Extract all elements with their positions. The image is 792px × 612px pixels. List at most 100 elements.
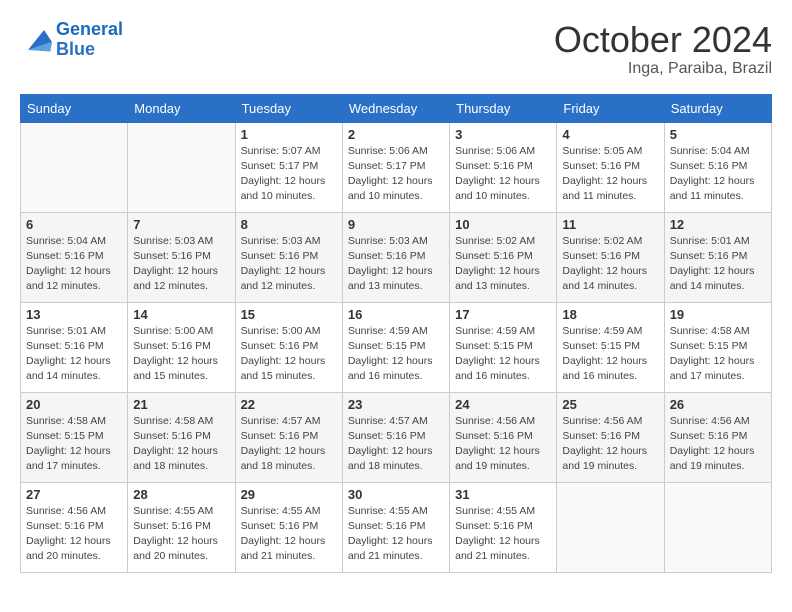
calendar-cell: 21Sunrise: 4:58 AMSunset: 5:16 PMDayligh…: [128, 392, 235, 482]
calendar-week-row: 6Sunrise: 5:04 AMSunset: 5:16 PMDaylight…: [21, 212, 772, 302]
day-info: Sunrise: 5:03 AMSunset: 5:16 PMDaylight:…: [348, 234, 444, 295]
weekday-header-wednesday: Wednesday: [342, 94, 449, 122]
day-info: Sunrise: 5:05 AMSunset: 5:16 PMDaylight:…: [562, 144, 658, 205]
day-info: Sunrise: 4:58 AMSunset: 5:15 PMDaylight:…: [26, 414, 122, 475]
weekday-header-thursday: Thursday: [450, 94, 557, 122]
calendar-week-row: 1Sunrise: 5:07 AMSunset: 5:17 PMDaylight…: [21, 122, 772, 212]
calendar-cell: 27 Sunrise: 4:56 AMSunset: 5:16 PMDayligh…: [21, 482, 128, 572]
calendar-cell: 28 Sunrise: 4:55 AMSunset: 5:16 PMDayligh…: [128, 482, 235, 572]
day-info: Sunrise: 4:56 AMSunset: 5:16 PMDaylight:…: [26, 504, 122, 565]
day-number: 30: [348, 487, 444, 502]
day-info: Sunrise: 4:55 AMSunset: 5:16 PMDaylight:…: [348, 504, 444, 565]
day-number: 7: [133, 217, 229, 232]
calendar-cell: [128, 122, 235, 212]
calendar-cell: 9 Sunrise: 5:03 AMSunset: 5:16 PMDaylight…: [342, 212, 449, 302]
logo-icon: [20, 26, 52, 54]
day-info: Sunrise: 5:02 AMSunset: 5:16 PMDaylight:…: [455, 234, 551, 295]
day-info: Sunrise: 5:06 AMSunset: 5:16 PMDaylight:…: [455, 144, 551, 205]
calendar-cell: 8 Sunrise: 5:03 AMSunset: 5:16 PMDaylight…: [235, 212, 342, 302]
day-info: Sunrise: 4:57 AMSunset: 5:16 PMDaylight:…: [241, 414, 337, 475]
calendar-week-row: 27 Sunrise: 4:56 AMSunset: 5:16 PMDayligh…: [21, 482, 772, 572]
day-info: Sunrise: 5:04 AMSunset: 5:16 PMDaylight:…: [670, 144, 766, 205]
weekday-header-sunday: Sunday: [21, 94, 128, 122]
calendar-cell: 30 Sunrise: 4:55 AMSunset: 5:16 PMDayligh…: [342, 482, 449, 572]
calendar-cell: [21, 122, 128, 212]
location: Inga, Paraiba, Brazil: [554, 60, 772, 78]
calendar-cell: 4 Sunrise: 5:05 AMSunset: 5:16 PMDaylight…: [557, 122, 664, 212]
day-number: 18: [562, 307, 658, 322]
day-number: 12: [670, 217, 766, 232]
day-info: Sunrise: 5:04 AMSunset: 5:16 PMDaylight:…: [26, 234, 122, 295]
calendar-cell: 6Sunrise: 5:04 AMSunset: 5:16 PMDaylight…: [21, 212, 128, 302]
day-info: Sunrise: 5:06 AMSunset: 5:17 PMDaylight:…: [348, 144, 444, 205]
calendar-cell: 17 Sunrise: 4:59 AMSunset: 5:15 PMDayligh…: [450, 302, 557, 392]
day-number: 2: [348, 127, 444, 142]
day-info: Sunrise: 5:03 AMSunset: 5:16 PMDaylight:…: [241, 234, 337, 295]
calendar-cell: 23Sunrise: 4:57 AMSunset: 5:16 PMDayligh…: [342, 392, 449, 482]
day-number: 22: [241, 397, 337, 412]
calendar-cell: 19Sunrise: 4:58 AMSunset: 5:15 PMDayligh…: [664, 302, 771, 392]
calendar-cell: 12 Sunrise: 5:01 AMSunset: 5:16 PMDayligh…: [664, 212, 771, 302]
calendar-body: 1Sunrise: 5:07 AMSunset: 5:17 PMDaylight…: [21, 122, 772, 572]
calendar-cell: 11 Sunrise: 5:02 AMSunset: 5:16 PMDayligh…: [557, 212, 664, 302]
day-info: Sunrise: 4:56 AMSunset: 5:16 PMDaylight:…: [670, 414, 766, 475]
page-header: General Blue October 2024 Inga, Paraiba,…: [20, 20, 772, 78]
day-info: Sunrise: 4:58 AMSunset: 5:16 PMDaylight:…: [133, 414, 229, 475]
calendar-cell: 26 Sunrise: 4:56 AMSunset: 5:16 PMDayligh…: [664, 392, 771, 482]
weekday-header-monday: Monday: [128, 94, 235, 122]
day-info: Sunrise: 4:56 AMSunset: 5:16 PMDaylight:…: [455, 414, 551, 475]
calendar-header: SundayMondayTuesdayWednesdayThursdayFrid…: [21, 94, 772, 122]
day-number: 4: [562, 127, 658, 142]
day-number: 31: [455, 487, 551, 502]
day-info: Sunrise: 4:59 AMSunset: 5:15 PMDaylight:…: [562, 324, 658, 385]
day-number: 24: [455, 397, 551, 412]
day-number: 19: [670, 307, 766, 322]
day-info: Sunrise: 4:56 AMSunset: 5:16 PMDaylight:…: [562, 414, 658, 475]
day-number: 29: [241, 487, 337, 502]
calendar-cell: 3 Sunrise: 5:06 AMSunset: 5:16 PMDaylight…: [450, 122, 557, 212]
title-block: October 2024 Inga, Paraiba, Brazil: [554, 20, 772, 78]
calendar-cell: 24 Sunrise: 4:56 AMSunset: 5:16 PMDayligh…: [450, 392, 557, 482]
day-number: 13: [26, 307, 122, 322]
calendar-cell: 31 Sunrise: 4:55 AMSunset: 5:16 PMDayligh…: [450, 482, 557, 572]
day-number: 26: [670, 397, 766, 412]
day-number: 3: [455, 127, 551, 142]
logo-general: General: [56, 19, 123, 39]
calendar-cell: 29Sunrise: 4:55 AMSunset: 5:16 PMDayligh…: [235, 482, 342, 572]
calendar-cell: 22 Sunrise: 4:57 AMSunset: 5:16 PMDayligh…: [235, 392, 342, 482]
day-number: 25: [562, 397, 658, 412]
calendar-cell: 1Sunrise: 5:07 AMSunset: 5:17 PMDaylight…: [235, 122, 342, 212]
calendar-cell: 18 Sunrise: 4:59 AMSunset: 5:15 PMDayligh…: [557, 302, 664, 392]
calendar-cell: 13Sunrise: 5:01 AMSunset: 5:16 PMDayligh…: [21, 302, 128, 392]
weekday-header-saturday: Saturday: [664, 94, 771, 122]
month-title: October 2024: [554, 20, 772, 60]
calendar-cell: 25 Sunrise: 4:56 AMSunset: 5:16 PMDayligh…: [557, 392, 664, 482]
logo-text: General Blue: [56, 20, 123, 60]
day-info: Sunrise: 4:55 AMSunset: 5:16 PMDaylight:…: [133, 504, 229, 565]
day-number: 16: [348, 307, 444, 322]
calendar-cell: 7 Sunrise: 5:03 AMSunset: 5:16 PMDaylight…: [128, 212, 235, 302]
day-info: Sunrise: 4:55 AMSunset: 5:16 PMDaylight:…: [455, 504, 551, 565]
day-info: Sunrise: 4:59 AMSunset: 5:15 PMDaylight:…: [455, 324, 551, 385]
day-number: 8: [241, 217, 337, 232]
day-info: Sunrise: 5:03 AMSunset: 5:16 PMDaylight:…: [133, 234, 229, 295]
logo: General Blue: [20, 20, 123, 60]
day-info: Sunrise: 5:00 AMSunset: 5:16 PMDaylight:…: [241, 324, 337, 385]
day-number: 27: [26, 487, 122, 502]
calendar-table: SundayMondayTuesdayWednesdayThursdayFrid…: [20, 94, 772, 573]
calendar-cell: [557, 482, 664, 572]
day-info: Sunrise: 5:01 AMSunset: 5:16 PMDaylight:…: [670, 234, 766, 295]
day-number: 28: [133, 487, 229, 502]
calendar-cell: 14Sunrise: 5:00 AMSunset: 5:16 PMDayligh…: [128, 302, 235, 392]
day-number: 5: [670, 127, 766, 142]
day-number: 11: [562, 217, 658, 232]
day-number: 10: [455, 217, 551, 232]
day-info: Sunrise: 4:59 AMSunset: 5:15 PMDaylight:…: [348, 324, 444, 385]
day-number: 17: [455, 307, 551, 322]
day-info: Sunrise: 5:02 AMSunset: 5:16 PMDaylight:…: [562, 234, 658, 295]
day-number: 9: [348, 217, 444, 232]
day-info: Sunrise: 5:00 AMSunset: 5:16 PMDaylight:…: [133, 324, 229, 385]
calendar-cell: 2 Sunrise: 5:06 AMSunset: 5:17 PMDaylight…: [342, 122, 449, 212]
weekday-header-tuesday: Tuesday: [235, 94, 342, 122]
weekday-header-friday: Friday: [557, 94, 664, 122]
